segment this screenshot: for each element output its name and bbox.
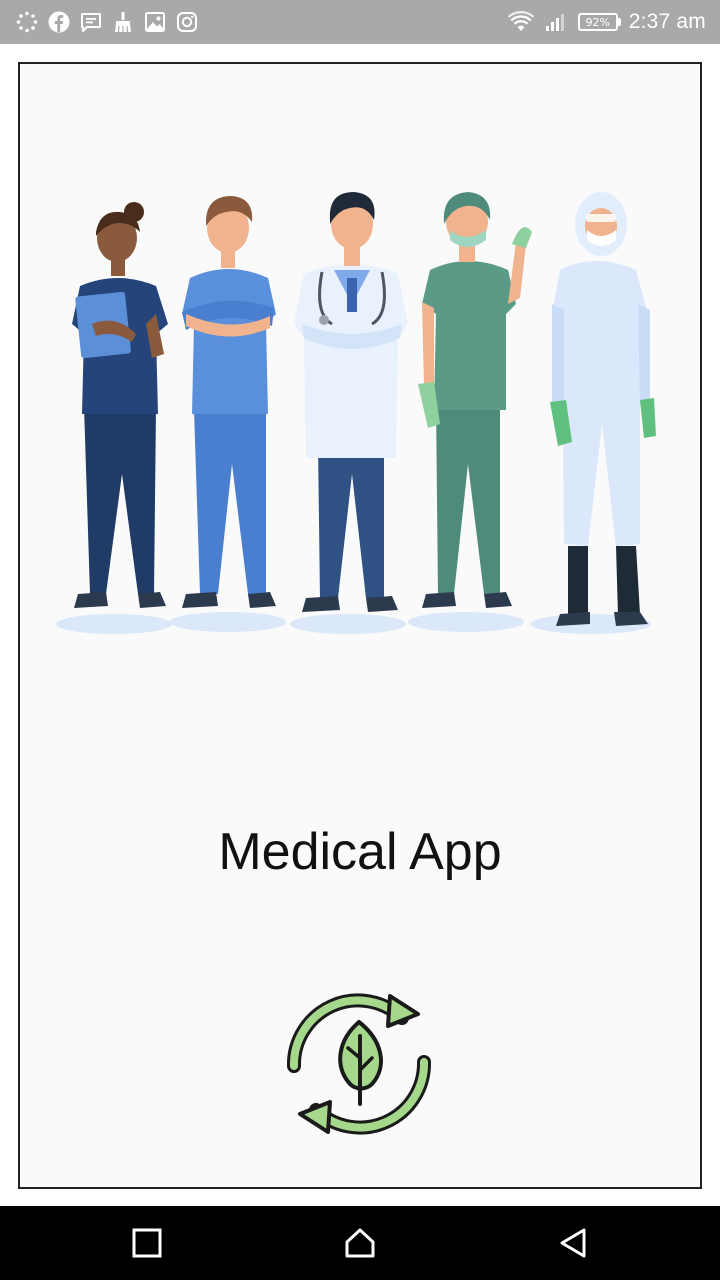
medical-staff-illustration <box>56 192 656 634</box>
wifi-icon <box>507 11 534 31</box>
cleaner-icon <box>115 12 131 33</box>
back-button[interactable] <box>556 1226 590 1260</box>
battery-icon: 92% <box>577 13 621 31</box>
signal-icon <box>545 14 564 31</box>
hazmat-suit-worker <box>550 192 656 626</box>
battery-level: 92% <box>577 13 618 31</box>
leaf-refresh-icon <box>286 993 432 1135</box>
facebook-icon <box>48 11 70 33</box>
nurse-blue-scrubs <box>182 196 276 608</box>
app-title: Medical App <box>218 823 502 881</box>
back-triangle-icon <box>560 1228 586 1258</box>
sync-icon <box>16 11 38 33</box>
splash-screen: Medical App <box>18 62 702 1189</box>
message-icon <box>81 13 101 32</box>
nurse-with-clipboard <box>72 202 168 608</box>
doctor-with-stethoscope <box>294 192 408 612</box>
home-icon <box>345 1228 375 1258</box>
instagram-icon <box>177 12 197 32</box>
gallery-icon <box>145 12 165 32</box>
navigation-bar <box>0 1206 720 1280</box>
status-right-icons: 92% 2:37 am <box>507 10 706 34</box>
status-bar: 92% 2:37 am <box>0 0 720 44</box>
status-time: 2:37 am <box>628 10 706 33</box>
recents-button[interactable] <box>130 1226 164 1260</box>
status-left-icons <box>16 11 208 33</box>
surgeon-green-scrubs <box>418 192 532 608</box>
home-button[interactable] <box>343 1226 377 1260</box>
square-icon <box>132 1228 162 1258</box>
